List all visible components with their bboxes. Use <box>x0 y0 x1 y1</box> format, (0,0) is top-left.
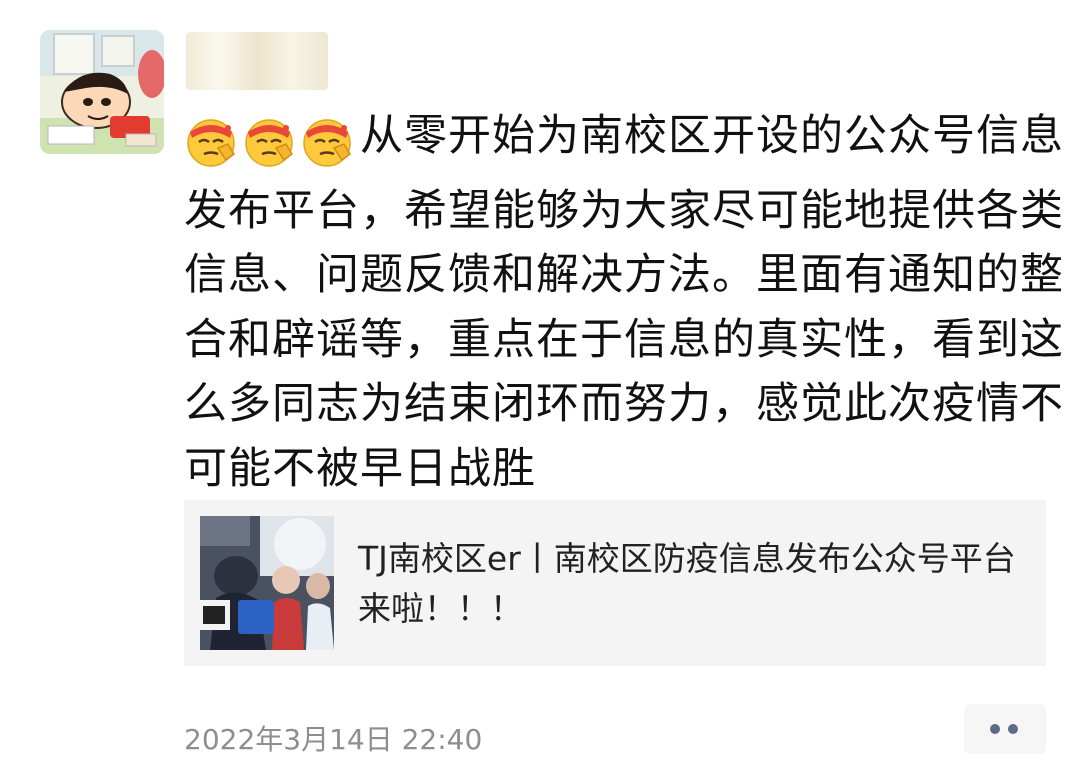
post-content: 从零开始为南校区开设的公众号信息发布平台，希望能够为大家尽可能地提供各类信息、问… <box>184 104 1064 501</box>
post-timestamp: 2022年3月14日 22:40 <box>184 723 483 756</box>
more-options-icon <box>990 724 1000 734</box>
more-options-button[interactable] <box>964 704 1046 754</box>
article-thumbnail-image <box>200 516 334 650</box>
article-title[interactable]: TJ南校区er丨南校区防疫信息发布公众号平台来啦！！！ <box>358 534 1038 634</box>
username-blurred[interactable] <box>186 32 328 90</box>
user-avatar[interactable] <box>40 30 164 154</box>
salute-emoji-icon <box>300 114 354 168</box>
username-text <box>186 32 187 33</box>
salute-emoji-icon <box>242 114 296 168</box>
salute-emoji-icon <box>184 114 238 168</box>
shared-article-card[interactable]: TJ南校区er丨南校区防疫信息发布公众号平台来啦！！！ <box>184 500 1046 666</box>
emoji-group <box>184 114 358 179</box>
more-options-icon-dot <box>1008 724 1018 734</box>
crayon-shinchan-avatar-icon <box>40 30 164 154</box>
